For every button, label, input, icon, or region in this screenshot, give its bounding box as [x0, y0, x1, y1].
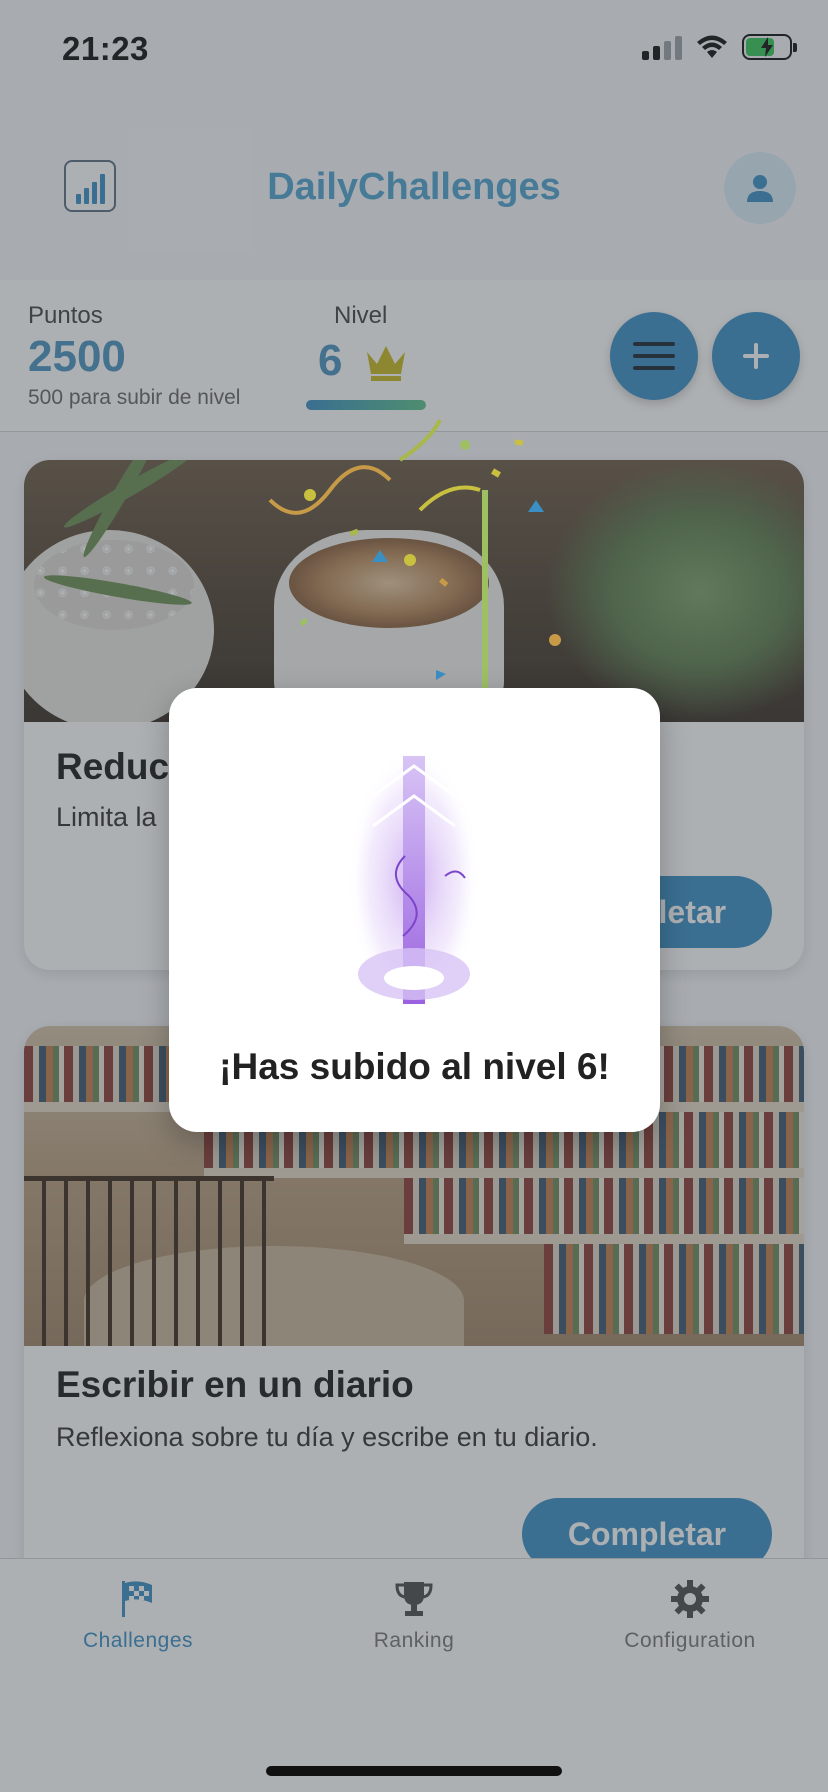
level-up-dialog: ¡Has subido al nivel 6! [169, 688, 660, 1132]
app-screen: 21:23 DailyChallenges Puntos 2500 500 pa… [0, 0, 828, 1792]
home-indicator[interactable] [266, 1766, 562, 1776]
level-up-beam-icon [348, 748, 480, 1012]
level-up-message: ¡Has subido al nivel 6! [219, 1046, 610, 1087]
confetti-effect [268, 419, 561, 700]
